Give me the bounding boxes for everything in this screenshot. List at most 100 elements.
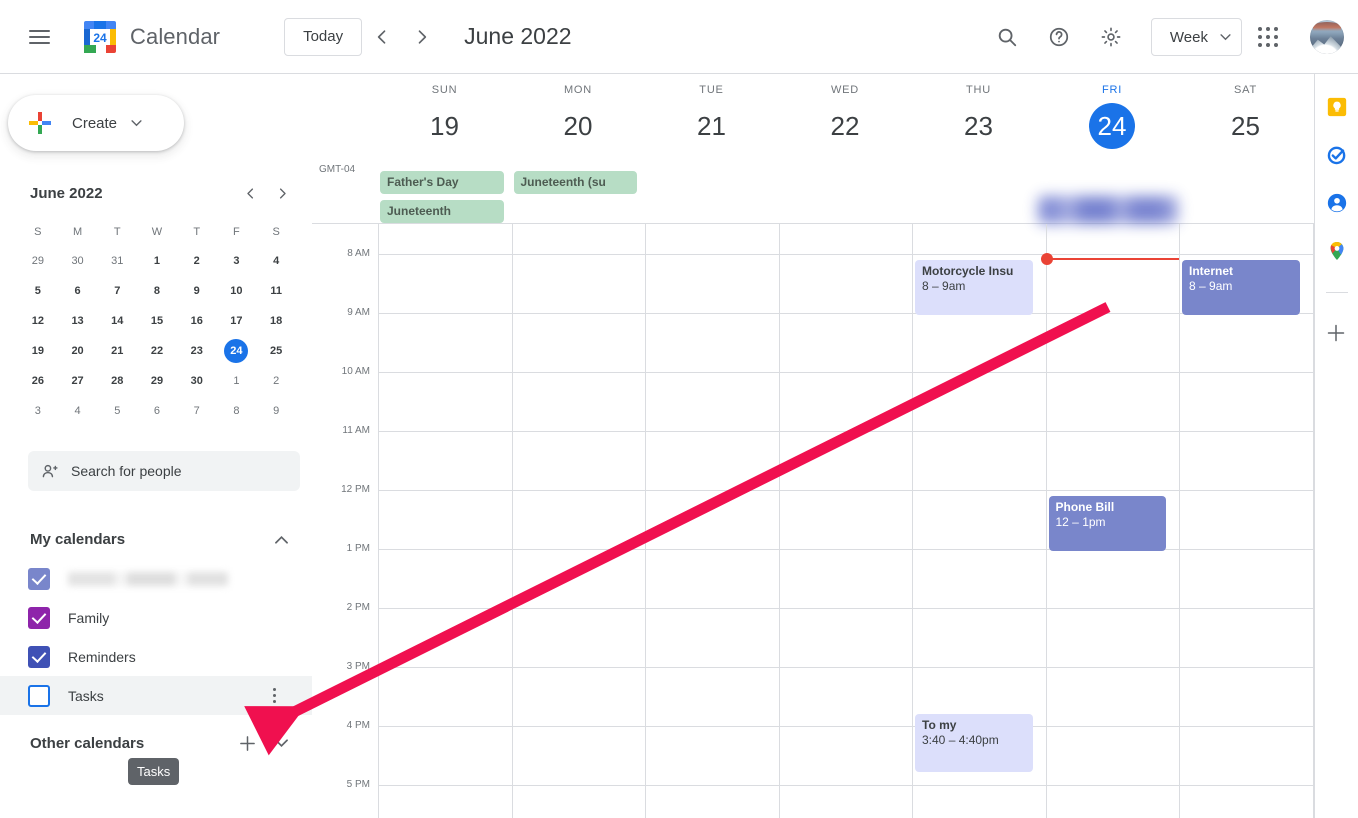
mini-calendar-day[interactable]: 15 bbox=[137, 309, 177, 333]
calendar-checkbox[interactable] bbox=[28, 645, 50, 668]
add-other-calendar-button[interactable] bbox=[230, 726, 264, 760]
mini-calendar-day[interactable]: 7 bbox=[177, 399, 217, 423]
day-header-date[interactable]: 24 bbox=[1089, 103, 1135, 149]
mini-calendar-day[interactable]: 1 bbox=[137, 249, 177, 273]
account-avatar[interactable] bbox=[1310, 20, 1344, 54]
calendar-list-item-family[interactable]: Family bbox=[0, 598, 312, 637]
mini-calendar-day[interactable]: 30 bbox=[58, 249, 98, 273]
google-apps-icon[interactable] bbox=[1246, 15, 1290, 59]
day-header-date[interactable]: 21 bbox=[645, 103, 778, 149]
mini-calendar-day[interactable]: 9 bbox=[256, 399, 296, 423]
mini-calendar-day[interactable]: 4 bbox=[256, 249, 296, 273]
mini-calendar-day-selected[interactable]: 24 bbox=[217, 339, 257, 363]
calendar-event[interactable]: Phone Bill 12 – 1pm bbox=[1048, 496, 1166, 551]
day-header-date[interactable]: 20 bbox=[512, 103, 645, 149]
all-day-event[interactable]: Juneteenth bbox=[380, 200, 504, 223]
mini-calendar-day[interactable]: 17 bbox=[217, 309, 257, 333]
settings-gear-icon[interactable] bbox=[1089, 15, 1133, 59]
day-header-sat[interactable]: SAT 25 bbox=[1179, 84, 1312, 149]
mini-calendar-day[interactable]: 20 bbox=[58, 339, 98, 363]
mini-calendar-day[interactable]: 26 bbox=[18, 369, 58, 393]
mini-calendar-day[interactable]: 4 bbox=[58, 399, 98, 423]
mini-calendar-day[interactable]: 8 bbox=[137, 279, 177, 303]
mini-calendar-day[interactable]: 14 bbox=[97, 309, 137, 333]
mini-calendar-day[interactable]: 23 bbox=[177, 339, 217, 363]
mini-calendar-day[interactable]: 6 bbox=[58, 279, 98, 303]
next-week-button[interactable] bbox=[402, 17, 442, 57]
mini-calendar-day[interactable]: 3 bbox=[18, 399, 58, 423]
day-header-date[interactable]: 23 bbox=[912, 103, 1045, 149]
create-button[interactable]: Create bbox=[8, 95, 184, 151]
hour-gridline bbox=[378, 313, 1314, 314]
calendar-list-item-reminders[interactable]: Reminders bbox=[0, 637, 312, 676]
calendar-list-item[interactable] bbox=[0, 559, 312, 598]
mini-calendar-day[interactable]: 11 bbox=[256, 279, 296, 303]
mini-calendar-day[interactable]: 9 bbox=[177, 279, 217, 303]
mini-calendar-prev-button[interactable] bbox=[234, 177, 266, 209]
day-header-fri[interactable]: FRI 24 bbox=[1046, 84, 1179, 149]
mini-calendar-day[interactable]: 12 bbox=[18, 309, 58, 333]
my-calendars-section-header[interactable]: My calendars bbox=[0, 519, 312, 559]
calendar-checkbox[interactable] bbox=[28, 684, 50, 707]
day-header-tue[interactable]: TUE 21 bbox=[645, 84, 778, 149]
mini-calendar-day[interactable]: 21 bbox=[97, 339, 137, 363]
mini-calendar-day[interactable]: 29 bbox=[137, 369, 177, 393]
calendar-event[interactable]: Internet 8 – 9am bbox=[1182, 260, 1300, 315]
day-header-wed[interactable]: WED 22 bbox=[779, 84, 912, 149]
chevron-up-icon[interactable] bbox=[264, 522, 298, 556]
calendar-list-item-tasks[interactable]: Tasks bbox=[0, 676, 312, 715]
help-icon[interactable] bbox=[1037, 15, 1081, 59]
mini-calendar-day[interactable]: 25 bbox=[256, 339, 296, 363]
previous-week-button[interactable] bbox=[362, 17, 402, 57]
day-header-weekday: WED bbox=[830, 84, 860, 96]
day-header-sun[interactable]: SUN 19 bbox=[378, 84, 511, 149]
maps-icon[interactable] bbox=[1326, 240, 1348, 262]
day-header-date[interactable]: 22 bbox=[779, 103, 912, 149]
calendar-options-kebab-icon[interactable] bbox=[273, 688, 276, 703]
add-addon-icon[interactable] bbox=[1326, 323, 1348, 345]
calendar-checkbox[interactable] bbox=[28, 606, 50, 629]
mini-calendar-day[interactable]: 16 bbox=[177, 309, 217, 333]
mini-calendar-day[interactable]: 29 bbox=[18, 249, 58, 273]
mini-calendar-day[interactable]: 7 bbox=[97, 279, 137, 303]
calendar-checkbox[interactable] bbox=[28, 567, 50, 590]
calendar-event[interactable]: To my 3:40 – 4:40pm bbox=[915, 714, 1033, 772]
mini-calendar-day[interactable]: 18 bbox=[256, 309, 296, 333]
today-button[interactable]: Today bbox=[284, 17, 363, 56]
mini-calendar-day[interactable]: 2 bbox=[256, 369, 296, 393]
mini-calendar-day[interactable]: 10 bbox=[217, 279, 257, 303]
all-day-event-redacted[interactable] bbox=[1037, 196, 1178, 224]
day-header-date[interactable]: 19 bbox=[378, 103, 511, 149]
contacts-icon[interactable] bbox=[1326, 192, 1348, 214]
mini-calendar-day[interactable]: 27 bbox=[58, 369, 98, 393]
keep-icon[interactable] bbox=[1326, 96, 1348, 118]
mini-calendar-day[interactable]: 2 bbox=[177, 249, 217, 273]
mini-calendar-day[interactable]: 5 bbox=[97, 399, 137, 423]
mini-calendar-day[interactable]: 30 bbox=[177, 369, 217, 393]
mini-calendar-day[interactable]: 22 bbox=[137, 339, 177, 363]
search-icon[interactable] bbox=[985, 15, 1029, 59]
mini-calendar-day[interactable]: 19 bbox=[18, 339, 58, 363]
google-calendar-logo-icon[interactable]: 24 bbox=[80, 17, 120, 57]
all-day-event[interactable]: Juneteenth (su bbox=[513, 171, 637, 194]
mini-calendar-day[interactable]: 13 bbox=[58, 309, 98, 333]
mini-calendar-day[interactable]: 8 bbox=[217, 399, 257, 423]
main-menu-icon[interactable] bbox=[15, 13, 63, 61]
mini-calendar-day[interactable]: 31 bbox=[97, 249, 137, 273]
tasks-icon[interactable] bbox=[1326, 144, 1348, 166]
mini-calendar-next-button[interactable] bbox=[266, 177, 298, 209]
view-mode-select[interactable]: Week bbox=[1150, 18, 1242, 56]
day-header-thu[interactable]: THU 23 bbox=[912, 84, 1045, 149]
mini-calendar-day[interactable]: 3 bbox=[217, 249, 257, 273]
current-time-dot bbox=[1040, 253, 1053, 265]
day-header-date[interactable]: 25 bbox=[1179, 103, 1312, 149]
calendar-event[interactable]: Motorcycle Insu 8 – 9am bbox=[915, 260, 1033, 315]
mini-calendar-day[interactable]: 1 bbox=[217, 369, 257, 393]
mini-calendar-day[interactable]: 6 bbox=[137, 399, 177, 423]
search-for-people-input[interactable]: Search for people bbox=[28, 451, 300, 491]
all-day-event[interactable]: Father's Day bbox=[380, 171, 504, 194]
mini-calendar-day[interactable]: 5 bbox=[18, 279, 58, 303]
day-header-mon[interactable]: MON 20 bbox=[512, 84, 645, 149]
chevron-down-icon[interactable] bbox=[264, 726, 298, 760]
mini-calendar-day[interactable]: 28 bbox=[97, 369, 137, 393]
